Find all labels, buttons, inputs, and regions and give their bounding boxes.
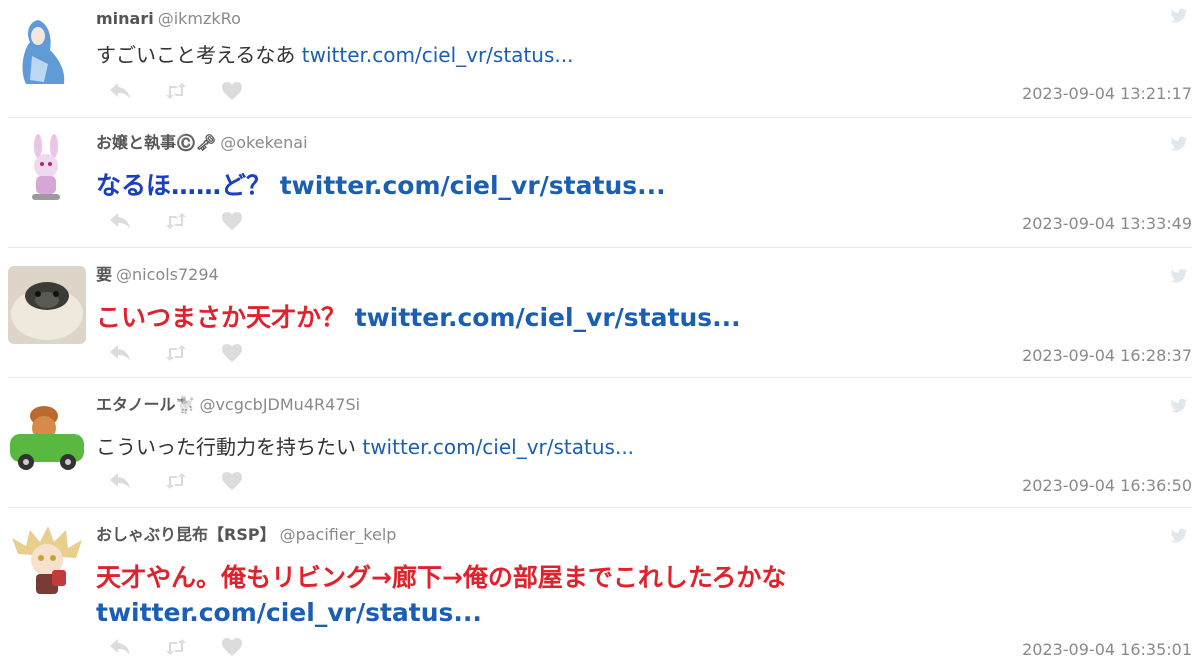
retweet-icon[interactable] bbox=[164, 636, 188, 658]
author-handle[interactable]: @pacifier_kelp bbox=[280, 525, 397, 544]
reply-icon[interactable] bbox=[108, 342, 132, 364]
tweet-timestamp[interactable]: 2023-09-04 13:33:49 bbox=[1022, 214, 1192, 233]
author-name[interactable]: おしゃぶり昆布【RSP】 bbox=[96, 525, 276, 544]
tweet-item: おしゃぶり昆布【RSP】 @pacifier_kelp 天才やん。俺もリビング→廊… bbox=[8, 508, 1192, 664]
retweet-icon[interactable] bbox=[164, 80, 188, 102]
tweet-header: エタノール🐩 @vcgcbJDMu4R47Si bbox=[96, 394, 360, 416]
heart-icon[interactable] bbox=[220, 210, 244, 232]
tweet-header: minari @ikmzkRo bbox=[96, 8, 241, 30]
tweet-link[interactable]: twitter.com/ciel_vr/status... bbox=[302, 43, 574, 67]
tweet-text: なるほ……ど？ twitter.com/ciel_vr/status... bbox=[96, 168, 1152, 204]
tweet-text: こういった行動力を持ちたい twitter.com/ciel_vr/status… bbox=[96, 432, 1152, 462]
anime-girl-avatar[interactable] bbox=[8, 524, 86, 602]
tweet-link[interactable]: twitter.com/ciel_vr/status... bbox=[96, 598, 482, 627]
tweet-timestamp[interactable]: 2023-09-04 16:28:37 bbox=[1022, 346, 1192, 365]
bunny-avatar[interactable] bbox=[8, 132, 86, 210]
heart-icon[interactable] bbox=[220, 636, 244, 658]
tweet-link[interactable]: twitter.com/ciel_vr/status... bbox=[355, 303, 741, 332]
tweet-timestamp[interactable]: 2023-09-04 16:35:01 bbox=[1022, 640, 1192, 659]
tweet-item: エタノール🐩 @vcgcbJDMu4R47Si こういった行動力を持ちたい twi… bbox=[8, 378, 1192, 508]
twitter-bird-icon bbox=[1170, 398, 1188, 414]
tweet-header: 要 @nicols7294 bbox=[96, 264, 219, 286]
tweet-text: 天才やん。俺もリビング→廊下→俺の部屋までこれしたろかな twitter.com/… bbox=[96, 560, 1152, 630]
tweet-timestamp[interactable]: 2023-09-04 13:21:17 bbox=[1022, 84, 1192, 103]
tweet-header: おしゃぶり昆布【RSP】 @pacifier_kelp bbox=[96, 524, 396, 546]
reply-icon[interactable] bbox=[108, 210, 132, 232]
reply-icon[interactable] bbox=[108, 80, 132, 102]
reply-icon[interactable] bbox=[108, 470, 132, 492]
author-name[interactable]: エタノール🐩 bbox=[96, 395, 195, 414]
author-name[interactable]: お嬢と執事©️🗝 bbox=[96, 133, 216, 152]
tweet-item: 要 @nicols7294 こいつまさか天才か？ twitter.com/ciel… bbox=[8, 248, 1192, 378]
author-handle[interactable]: @ikmzkRo bbox=[158, 9, 241, 28]
author-name[interactable]: minari bbox=[96, 9, 154, 28]
car-avatar[interactable] bbox=[8, 398, 86, 476]
author-handle[interactable]: @okekenai bbox=[220, 133, 307, 152]
tweet-text-content: すごいこと考えるなあ bbox=[96, 43, 302, 67]
retweet-icon[interactable] bbox=[164, 470, 188, 492]
hooded-figure-avatar[interactable] bbox=[8, 12, 86, 90]
retweet-icon[interactable] bbox=[164, 210, 188, 232]
retweet-icon[interactable] bbox=[164, 342, 188, 364]
heart-icon[interactable] bbox=[220, 80, 244, 102]
twitter-bird-icon bbox=[1170, 528, 1188, 544]
tweet-text: こいつまさか天才か？ twitter.com/ciel_vr/status... bbox=[96, 300, 1152, 336]
tweet-item: お嬢と執事©️🗝 @okekenai なるほ……ど？ twitter.com/ci… bbox=[8, 118, 1192, 248]
heart-icon[interactable] bbox=[220, 342, 244, 364]
tweet-text-content: こういった行動力を持ちたい bbox=[96, 435, 363, 459]
tweet-item: minari @ikmzkRo すごいこと考えるなあ twitter.com/ci… bbox=[8, 0, 1192, 118]
pug-avatar[interactable] bbox=[8, 266, 86, 344]
tweet-text-content: なるほ……ど？ bbox=[96, 171, 280, 200]
reply-icon[interactable] bbox=[108, 636, 132, 658]
tweet-link[interactable]: twitter.com/ciel_vr/status... bbox=[280, 171, 666, 200]
heart-icon[interactable] bbox=[220, 470, 244, 492]
twitter-bird-icon bbox=[1170, 136, 1188, 152]
tweet-text-content: こいつまさか天才か？ bbox=[96, 303, 355, 332]
tweet-timestamp[interactable]: 2023-09-04 16:36:50 bbox=[1022, 476, 1192, 495]
author-name[interactable]: 要 bbox=[96, 265, 112, 284]
twitter-bird-icon bbox=[1170, 268, 1188, 284]
author-handle[interactable]: @vcgcbJDMu4R47Si bbox=[199, 395, 360, 414]
tweet-text: すごいこと考えるなあ twitter.com/ciel_vr/status... bbox=[96, 40, 1152, 70]
tweet-header: お嬢と執事©️🗝 @okekenai bbox=[96, 132, 308, 154]
author-handle[interactable]: @nicols7294 bbox=[116, 265, 219, 284]
tweet-link[interactable]: twitter.com/ciel_vr/status... bbox=[362, 435, 634, 459]
twitter-bird-icon bbox=[1170, 8, 1188, 24]
tweet-text-content: 天才やん。俺もリビング→廊下→俺の部屋までこれしたろかな bbox=[96, 563, 787, 592]
